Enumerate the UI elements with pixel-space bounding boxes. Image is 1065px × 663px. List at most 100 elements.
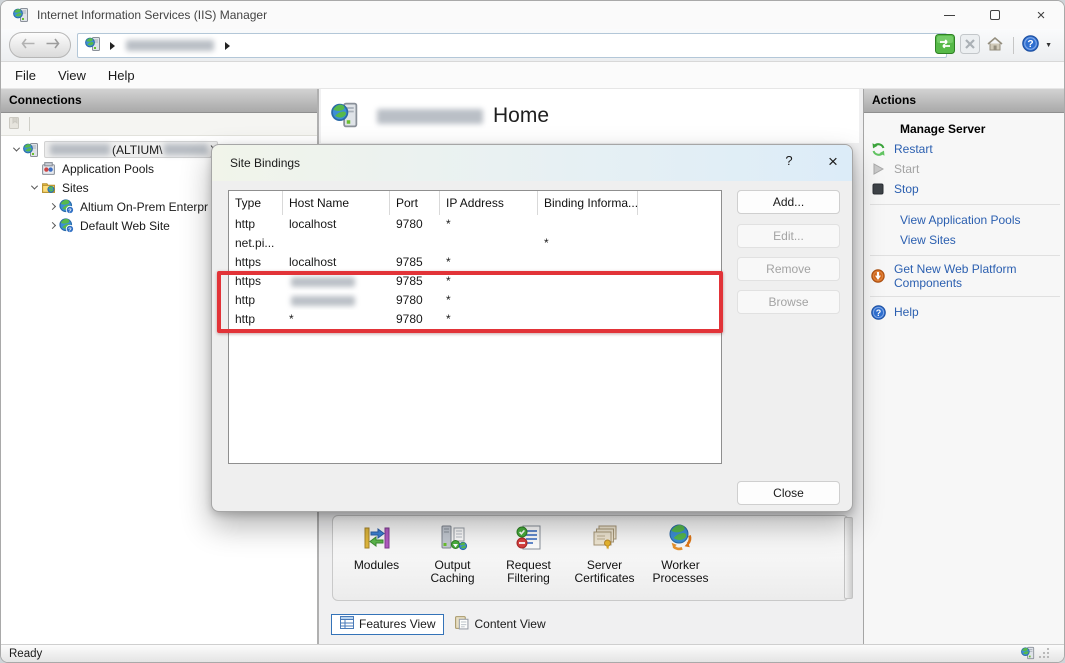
cell-filler bbox=[638, 215, 721, 234]
dialog-title-bar: Site Bindings bbox=[212, 145, 852, 181]
action-restart[interactable]: Restart bbox=[870, 139, 1060, 159]
cell-host-name bbox=[283, 291, 390, 310]
help-button[interactable]: ? bbox=[1022, 35, 1039, 55]
maximize-button[interactable] bbox=[972, 1, 1018, 29]
page-title: Home bbox=[493, 104, 550, 127]
cell-ip-address: * bbox=[446, 217, 451, 231]
table-row-highlighted[interactable]: https 9785 * bbox=[229, 272, 721, 291]
cell-type: net.pi... bbox=[235, 236, 275, 250]
menu-item-view[interactable]: View bbox=[47, 62, 97, 88]
dialog-close-button[interactable]: × bbox=[820, 150, 846, 174]
create-connection-icon bbox=[7, 115, 23, 134]
dialog-help-button[interactable]: ? bbox=[778, 153, 800, 173]
remove-button: Remove bbox=[737, 257, 840, 281]
action-label: View Sites bbox=[900, 233, 956, 247]
menu-item-file[interactable]: File bbox=[4, 62, 47, 88]
home-header: Home bbox=[321, 89, 859, 143]
output-caching-icon bbox=[438, 523, 468, 556]
column-header-binding-informa-[interactable]: Binding Informa... bbox=[538, 191, 638, 215]
cell-binding-information bbox=[538, 310, 638, 329]
tree-node-label: Application Pools bbox=[62, 161, 155, 176]
feature-output-caching[interactable]: Output Caching bbox=[415, 523, 490, 585]
cell-type: https bbox=[235, 274, 262, 288]
feature-request-filtering[interactable]: Request Filtering bbox=[491, 523, 566, 585]
help-dropdown-caret-icon[interactable]: ▼ bbox=[1045, 42, 1052, 49]
action-label: Manage Server bbox=[900, 122, 986, 136]
breadcrumb[interactable] bbox=[77, 33, 947, 58]
action-view-application-pools[interactable]: View Application Pools bbox=[870, 210, 1060, 230]
column-header-port[interactable]: Port bbox=[390, 191, 440, 215]
column-header-host-name[interactable]: Host Name bbox=[283, 191, 390, 215]
feature-worker-processes[interactable]: Worker Processes bbox=[643, 523, 718, 585]
cell-port: 9780 bbox=[396, 312, 423, 326]
action-view-sites[interactable]: View Sites bbox=[870, 230, 1060, 250]
minimize-button[interactable] bbox=[926, 1, 972, 29]
cell-type: https bbox=[235, 255, 262, 269]
refresh-go-button[interactable] bbox=[935, 33, 956, 57]
view-tabs: Features View Content View bbox=[331, 613, 556, 635]
navigation-bar: ? ▼ bbox=[1, 29, 1064, 62]
breadcrumb-arrow-icon[interactable] bbox=[110, 41, 115, 50]
breadcrumb-arrow-icon[interactable] bbox=[225, 41, 230, 50]
redacted-text bbox=[291, 295, 355, 306]
bindings-table[interactable]: Type Host Name Port IP Address Binding Infor… bbox=[228, 190, 722, 464]
menu-item-help[interactable]: Help bbox=[97, 62, 146, 88]
back-button bbox=[20, 38, 36, 52]
restart-icon bbox=[870, 142, 886, 157]
feature-server-certificates[interactable]: Server Certificates bbox=[567, 523, 642, 585]
resize-grip[interactable] bbox=[1038, 647, 1050, 662]
table-row[interactable]: https localhost 9785 * bbox=[229, 253, 721, 272]
server-certificates-icon bbox=[590, 523, 620, 556]
table-row[interactable]: http localhost 9780 * bbox=[229, 215, 721, 234]
column-header-ip-address[interactable]: IP Address bbox=[440, 191, 538, 215]
help-circle-icon: ? bbox=[870, 304, 886, 320]
action-get-new-web-platform-components[interactable]: Get New Web Platform Components bbox=[870, 261, 1060, 291]
expand-chevron-icon[interactable] bbox=[27, 182, 41, 190]
cell-binding-information bbox=[538, 291, 638, 310]
minimize-icon bbox=[943, 14, 955, 16]
vertical-scrollbar[interactable] bbox=[844, 517, 853, 599]
server-icon bbox=[331, 101, 359, 132]
table-row-highlighted[interactable]: http * 9780 * bbox=[229, 310, 721, 329]
add--button[interactable]: Add... bbox=[737, 190, 840, 214]
expand-chevron-icon[interactable] bbox=[9, 144, 23, 152]
forward-button bbox=[45, 38, 60, 52]
status-text: Ready bbox=[9, 647, 43, 660]
actions-separator bbox=[870, 296, 1060, 297]
action-label: Restart bbox=[894, 142, 933, 156]
stop-icon bbox=[870, 183, 886, 195]
stop-button bbox=[960, 33, 981, 57]
actions-header: Actions bbox=[864, 89, 1064, 113]
close-window-button[interactable]: × bbox=[1018, 1, 1064, 29]
toolbar-separator bbox=[1013, 36, 1015, 54]
iis-app-icon bbox=[13, 7, 29, 23]
tab-content-view[interactable]: Content View bbox=[446, 614, 553, 635]
table-row-highlighted[interactable]: http 9780 * bbox=[229, 291, 721, 310]
redacted-text bbox=[50, 144, 110, 155]
action-label: View Application Pools bbox=[900, 213, 1021, 227]
window-title: Internet Information Services (IIS) Mana… bbox=[37, 8, 268, 22]
action-help[interactable]: ? Help bbox=[870, 302, 1060, 322]
cell-filler bbox=[638, 253, 721, 272]
close-button[interactable]: Close bbox=[737, 481, 840, 505]
svg-text:?: ? bbox=[875, 307, 881, 317]
expand-chevron-icon[interactable] bbox=[45, 221, 59, 230]
nav-toolbar: ? ▼ bbox=[935, 33, 1052, 57]
iis-manager-window: Internet Information Services (IIS) Mana… bbox=[0, 0, 1065, 663]
feature-label: Output Caching bbox=[430, 558, 475, 585]
column-header-type[interactable]: Type bbox=[229, 191, 283, 215]
redacted-text bbox=[291, 276, 355, 287]
cell-filler bbox=[638, 234, 721, 253]
action-stop[interactable]: Stop bbox=[870, 179, 1060, 199]
expand-chevron-icon[interactable] bbox=[45, 202, 59, 211]
table-row[interactable]: net.pi... * bbox=[229, 234, 721, 253]
status-bar: Ready bbox=[1, 644, 1064, 662]
maximize-icon bbox=[990, 10, 1000, 20]
actions-separator bbox=[870, 255, 1060, 256]
home-button[interactable] bbox=[985, 34, 1005, 57]
svg-text:?: ? bbox=[1027, 39, 1033, 50]
browse-button: Browse bbox=[737, 290, 840, 314]
feature-modules[interactable]: Modules bbox=[339, 523, 414, 585]
table-header: Type Host Name Port IP Address Binding Infor… bbox=[229, 191, 721, 215]
tab-features-view[interactable]: Features View bbox=[331, 613, 445, 635]
